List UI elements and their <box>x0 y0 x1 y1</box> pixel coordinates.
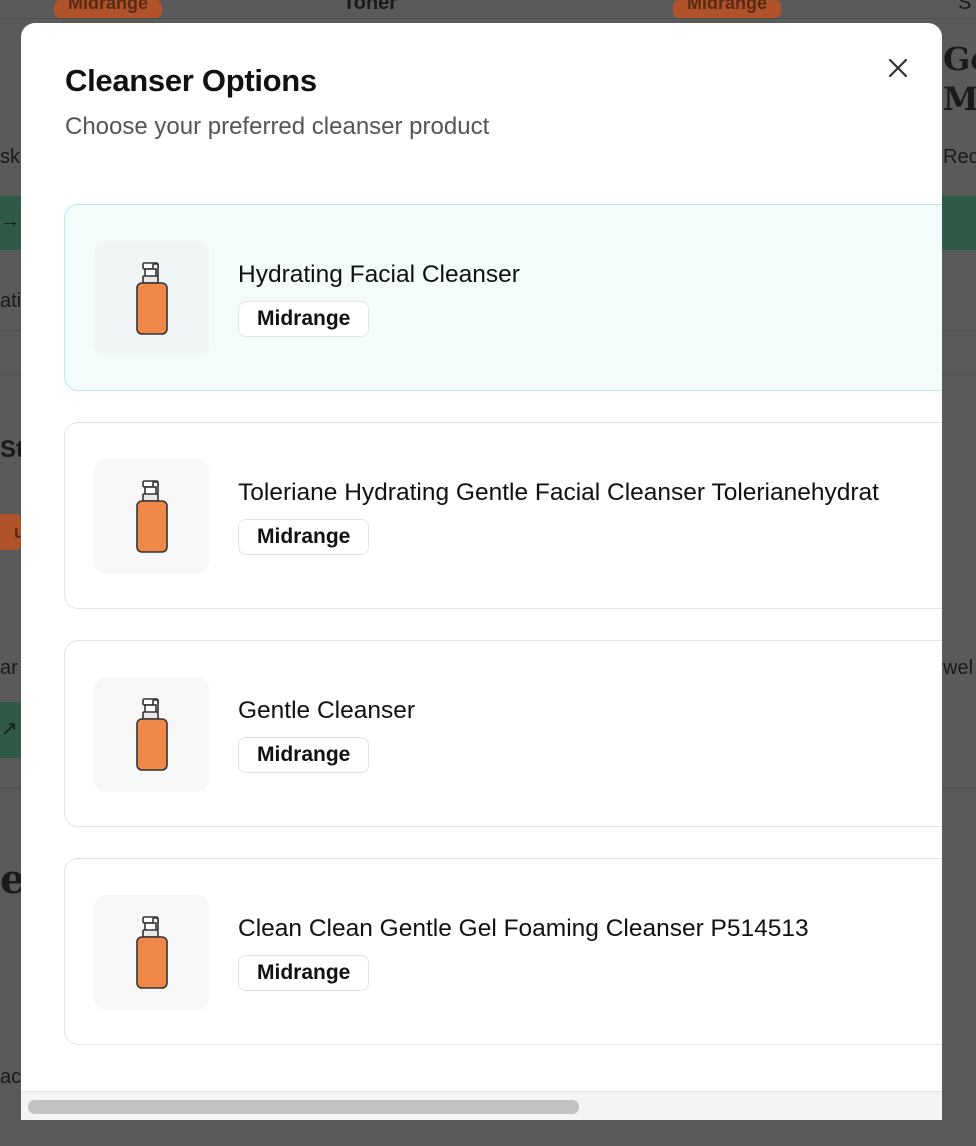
pump-bottle-icon <box>135 479 168 553</box>
close-button[interactable] <box>883 53 913 83</box>
product-card[interactable]: Clean Clean Gentle Gel Foaming Cleanser … <box>64 858 942 1045</box>
background-heading: Ma <box>943 80 976 118</box>
background-category-label: Toner <box>343 0 398 14</box>
product-name: Toleriane Hydrating Gentle Facial Cleans… <box>238 479 879 506</box>
price-tier-badge: Midrange <box>238 301 370 337</box>
product-thumbnail <box>94 241 209 356</box>
scrollbar-thumb[interactable] <box>28 1100 579 1114</box>
background-price-tag: Midrange <box>673 0 782 18</box>
product-card[interactable]: Hydrating Facial Cleanser Midrange <box>64 204 942 391</box>
pump-bottle-icon <box>135 261 168 335</box>
price-tier-badge: Midrange <box>238 955 370 991</box>
external-link-icon: ↗ <box>1 718 18 740</box>
product-list: Hydrating Facial Cleanser Midrange Toler… <box>64 204 942 1076</box>
background-text: wel <box>943 657 974 679</box>
background-price-tag: uc <box>0 514 21 550</box>
close-icon <box>888 58 908 78</box>
modal-title: Cleanser Options <box>65 63 317 98</box>
product-card[interactable]: Toleriane Hydrating Gentle Facial Cleans… <box>64 422 942 609</box>
background-text: ar <box>0 657 18 679</box>
arrow-right-icon: → <box>0 210 20 232</box>
pump-bottle-icon <box>135 697 168 771</box>
product-name: Gentle Cleanser <box>238 697 416 724</box>
product-thumbnail <box>94 895 209 1010</box>
modal-subtitle: Choose your preferred cleanser product <box>65 113 490 140</box>
cleanser-options-modal: Cleanser Options Choose your preferred c… <box>21 23 942 1120</box>
product-thumbnail <box>94 677 209 792</box>
pump-bottle-icon <box>135 915 168 989</box>
background-heading: Go <box>943 40 976 78</box>
background-divider <box>0 18 976 19</box>
background-text: sk <box>0 146 20 168</box>
background-text: ac <box>0 1066 22 1088</box>
background-text: Rec <box>943 146 976 168</box>
background-button <box>942 196 976 250</box>
product-name: Clean Clean Gentle Gel Foaming Cleanser … <box>238 915 809 942</box>
background-text: S <box>958 0 972 14</box>
product-thumbnail <box>94 459 209 574</box>
price-tier-badge: Midrange <box>238 737 370 773</box>
background-price-tag: Midrange <box>54 0 163 18</box>
price-tier-badge: Midrange <box>238 519 370 555</box>
product-card[interactable]: Gentle Cleanser Midrange <box>64 640 942 827</box>
product-name: Hydrating Facial Cleanser <box>238 261 520 288</box>
horizontal-scrollbar[interactable] <box>21 1091 942 1120</box>
